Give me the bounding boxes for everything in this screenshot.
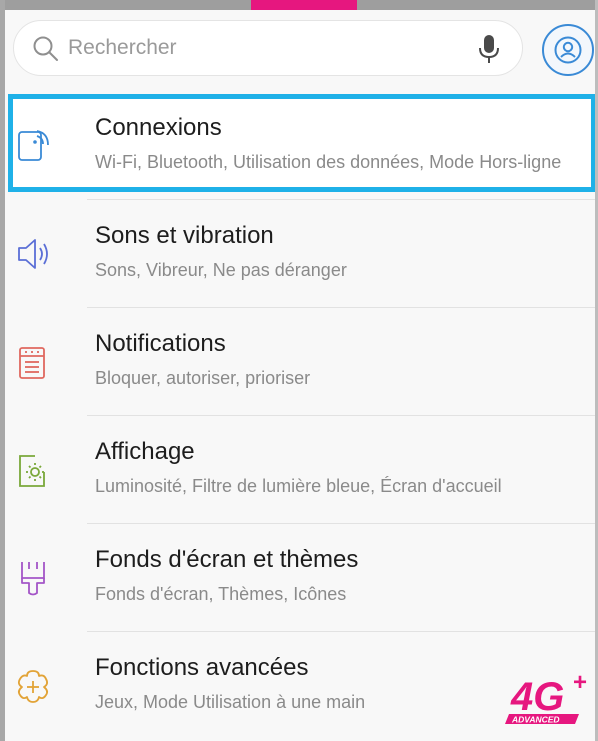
item-title: Notifications xyxy=(95,330,226,357)
account-icon xyxy=(554,36,582,64)
search-bar[interactable]: Rechercher xyxy=(13,20,523,76)
item-title: Fonctions avancées xyxy=(95,654,309,681)
item-subtitle: Bloquer, autoriser, prioriser xyxy=(95,368,311,388)
item-subtitle: Fonds d'écran, Thèmes, Icônes xyxy=(95,584,347,604)
item-subtitle: Sons, Vibreur, Ne pas déranger xyxy=(95,260,347,280)
search-icon xyxy=(33,36,58,61)
display-icon xyxy=(19,455,45,487)
microphone-icon[interactable] xyxy=(478,34,500,64)
left-edge xyxy=(0,0,5,741)
settings-item-affichage[interactable]: Affichage Luminosité, Filtre de lumière … xyxy=(5,416,595,524)
advanced-features-icon xyxy=(17,670,49,703)
notifications-icon xyxy=(19,347,45,379)
item-title: Affichage xyxy=(95,438,195,465)
speaker-icon xyxy=(18,239,48,269)
item-subtitle: Luminosité, Filtre de lumière bleue, Écr… xyxy=(95,476,502,496)
settings-item-notifications[interactable]: Notifications Bloquer, autoriser, priori… xyxy=(5,308,595,416)
settings-screen: Rechercher Connexions Wi-Fi, Bluetooth, … xyxy=(5,10,596,741)
badge-main-text: 4G xyxy=(510,675,564,719)
settings-item-themes[interactable]: Fonds d'écran et thèmes Fonds d'écran, T… xyxy=(5,524,595,632)
wifi-connections-icon xyxy=(18,130,49,161)
item-title: Sons et vibration xyxy=(95,222,274,249)
item-title: Connexions xyxy=(95,114,222,141)
item-subtitle: Wi-Fi, Bluetooth, Utilisation des donnée… xyxy=(95,152,562,172)
badge-caption-text: ADVANCED xyxy=(511,715,560,725)
profile-button[interactable] xyxy=(542,24,594,76)
settings-item-sons[interactable]: Sons et vibration Sons, Vibreur, Ne pas … xyxy=(5,200,595,308)
item-title: Fonds d'écran et thèmes xyxy=(95,546,359,573)
settings-item-connexions[interactable]: Connexions Wi-Fi, Bluetooth, Utilisation… xyxy=(5,92,595,200)
badge-plus-text: + xyxy=(573,669,587,696)
screenshot-frame: Rechercher Connexions Wi-Fi, Bluetooth, … xyxy=(0,0,598,741)
search-placeholder: Rechercher xyxy=(68,36,177,59)
4g-advanced-logo: 4G + ADVANCED xyxy=(505,669,587,725)
paintbrush-icon xyxy=(21,562,45,596)
